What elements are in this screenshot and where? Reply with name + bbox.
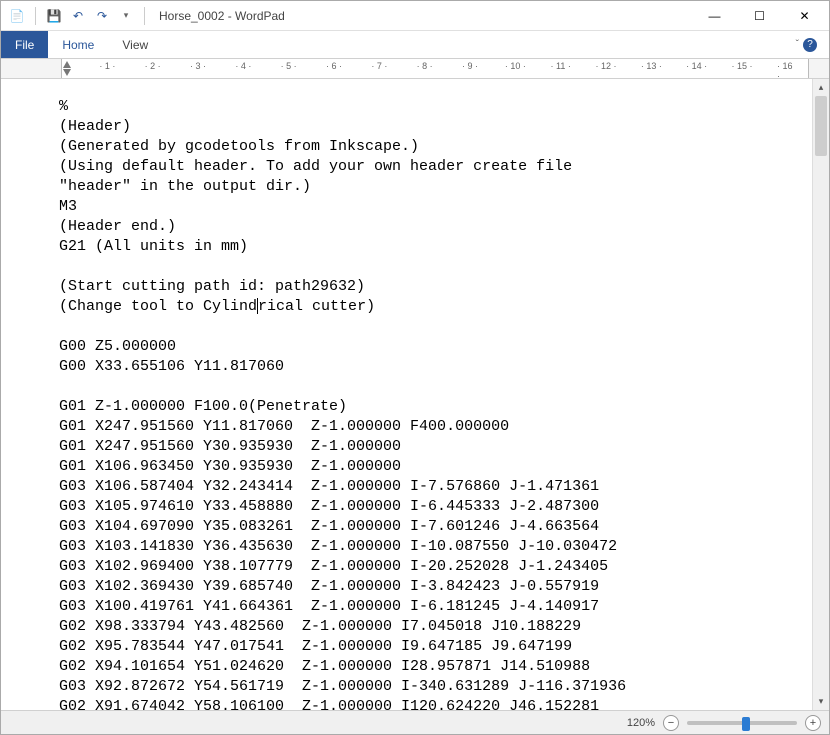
collapse-ribbon-icon[interactable]: ˇ (796, 39, 799, 50)
zoom-label: 120% (627, 717, 655, 729)
ruler-tick: · 7 · (371, 61, 387, 71)
ruler-tick: · 15 · (731, 61, 752, 71)
ruler-tick: · 3 · (190, 61, 206, 71)
ruler-tick: · 2 · (145, 61, 161, 71)
separator (144, 7, 145, 25)
zoom-out-button[interactable]: − (663, 715, 679, 731)
ribbon-right-controls: ˇ ? (790, 31, 823, 58)
document-editor[interactable]: % (Header) (Generated by gcodetools from… (1, 79, 812, 710)
ruler-tick: · 10 · (505, 61, 526, 71)
scroll-down-button[interactable]: ▾ (813, 693, 829, 710)
window-controls: — ☐ ✕ (692, 2, 827, 30)
ruler[interactable]: · 1 · · 2 · · 3 · · 4 · · 5 · · 6 · · 7 · · 8 ·… (1, 59, 829, 79)
vertical-scrollbar[interactable]: ▴ ▾ (812, 79, 829, 710)
ruler-tick: · 14 · (686, 61, 707, 71)
zoom-slider-knob[interactable] (742, 717, 750, 731)
ruler-tick: · 13 · (641, 61, 662, 71)
save-button[interactable]: 💾 (44, 6, 64, 26)
undo-button[interactable]: ↶ (68, 6, 88, 26)
ruler-tick: · 11 · (550, 61, 570, 71)
ruler-inner: · 1 · · 2 · · 3 · · 4 · · 5 · · 6 · · 7 · · 8 ·… (61, 59, 809, 78)
titlebar: 📄 💾 ↶ ↷ ▾ Horse_0002 - WordPad — ☐ ✕ (1, 1, 829, 31)
ribbon-tabs: File Home View ˇ ? (1, 31, 829, 59)
zoom-slider[interactable] (687, 721, 797, 725)
tab-home[interactable]: Home (48, 31, 108, 58)
help-icon[interactable]: ? (803, 38, 817, 52)
quick-access-toolbar: 📄 💾 ↶ ↷ ▾ (7, 6, 149, 26)
indent-marker-bottom[interactable] (63, 69, 71, 76)
maximize-button[interactable]: ☐ (737, 2, 782, 30)
qat-customize-dropdown[interactable]: ▾ (116, 6, 136, 26)
statusbar: 120% − + (1, 710, 829, 734)
tab-view[interactable]: View (108, 31, 162, 58)
tab-file[interactable]: File (1, 31, 48, 58)
redo-button[interactable]: ↷ (92, 6, 112, 26)
window-title: Horse_0002 - WordPad (149, 9, 692, 23)
editor-area: % (Header) (Generated by gcodetools from… (1, 79, 829, 710)
zoom-in-button[interactable]: + (805, 715, 821, 731)
ruler-tick: · 4 · (235, 61, 251, 71)
ruler-tick: · 1 · (99, 61, 115, 71)
ruler-tick: · 5 · (281, 61, 297, 71)
ruler-tick: · 6 · (326, 61, 342, 71)
separator (35, 7, 36, 25)
ruler-tick: · 12 · (595, 61, 616, 71)
indent-marker-top[interactable] (63, 61, 71, 68)
scroll-up-button[interactable]: ▴ (813, 79, 829, 96)
ruler-tick: · 9 · (462, 61, 478, 71)
document-text[interactable]: % (Header) (Generated by gcodetools from… (59, 97, 812, 710)
ruler-tick: · 16 · (777, 61, 798, 79)
text-cursor (257, 298, 258, 314)
minimize-button[interactable]: — (692, 2, 737, 30)
ruler-tick: · 8 · (417, 61, 433, 71)
app-icon: 📄 (7, 6, 27, 26)
scroll-thumb[interactable] (815, 96, 827, 156)
close-button[interactable]: ✕ (782, 2, 827, 30)
